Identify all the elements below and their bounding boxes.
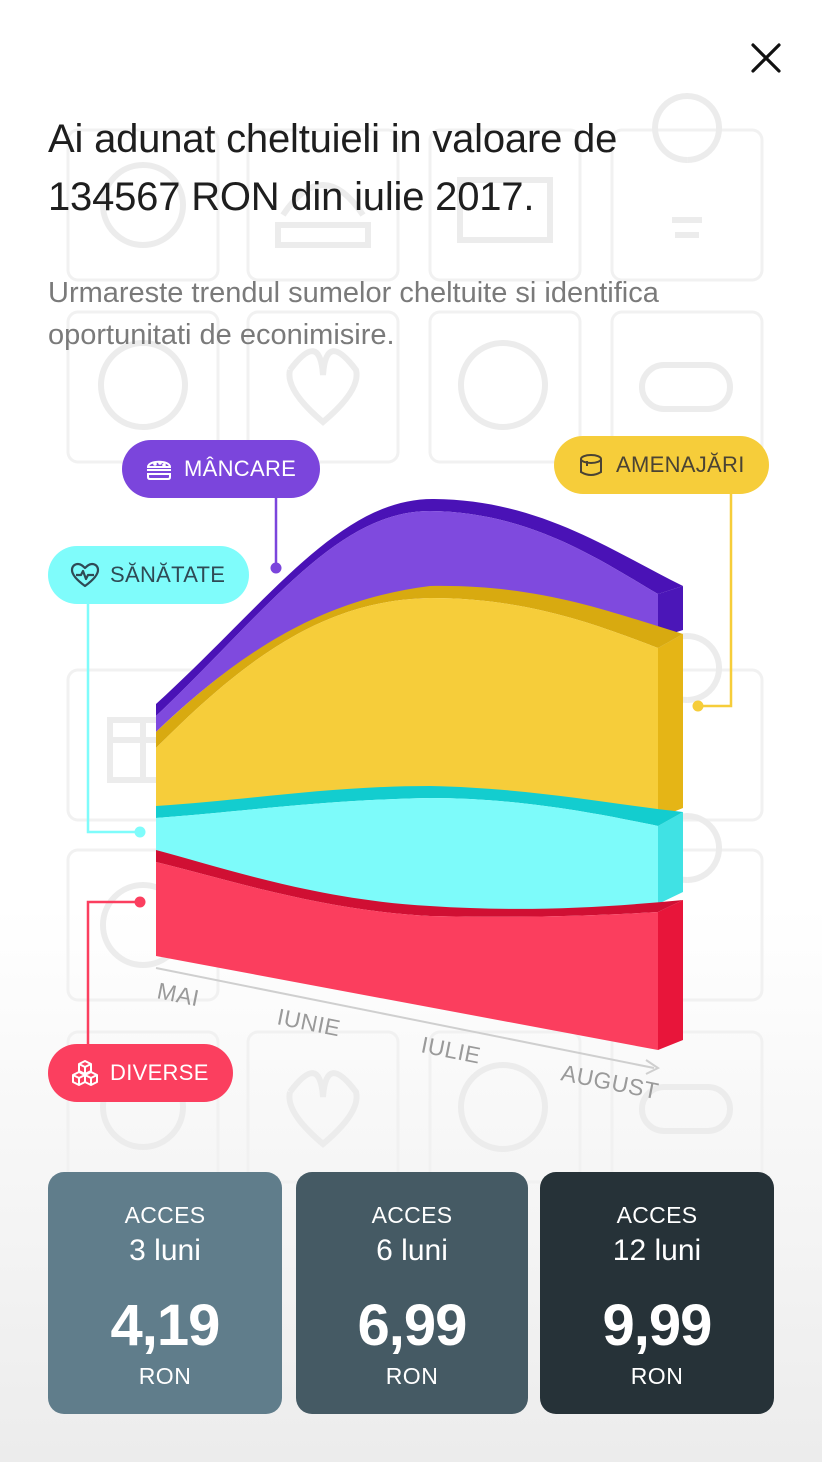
spending-trend-chart: MAI IUNIE IULIE AUGUST [86, 494, 733, 1104]
x-tick-iulie: IULIE [419, 1031, 483, 1068]
burger-icon [144, 454, 174, 484]
plan-period: 12 luni [612, 1234, 702, 1267]
plan-access-label: ACCES [371, 1202, 453, 1228]
area-diverse-side [658, 900, 683, 1050]
page-subtitle: Urmareste trendul sumelor cheltuite si i… [48, 272, 768, 356]
subtitle-line-2: oportunitati de econimisire. [48, 319, 395, 351]
connector-sanatate [86, 604, 140, 834]
plan-card-6-luni[interactable]: ACCES 6 luni 6,99 RON [296, 1172, 528, 1414]
plan-currency: RON [385, 1363, 439, 1389]
category-pill-sanatate[interactable]: SĂNĂTATE [48, 546, 250, 604]
connector-dot-sanatate [134, 826, 146, 838]
title-line-1: Ai adunat cheltuieli in valoare de [48, 117, 618, 161]
page-title: Ai adunat cheltuieli in valoare de 13456… [48, 110, 748, 226]
plan-access-label: ACCES [616, 1202, 698, 1228]
connector-dot-mancare [270, 562, 282, 574]
category-label-amenajari: AMENAJĂRI [616, 452, 745, 477]
plan-access-label: ACCES [124, 1202, 206, 1228]
plan-currency: RON [630, 1363, 684, 1389]
plan-card-12-luni[interactable]: ACCES 12 luni 9,99 RON [540, 1172, 774, 1414]
subtitle-line-1: Urmareste trendul sumelor cheltuite si i… [48, 277, 659, 309]
category-label-sanatate: SĂNĂTATE [110, 562, 226, 587]
area-amenajari-side [658, 634, 683, 818]
plan-period: 6 luni [376, 1234, 448, 1267]
category-pill-amenajari[interactable]: AMENAJĂRI [554, 436, 769, 494]
category-label-diverse: DIVERSE [110, 1060, 209, 1085]
plan-price: 9,99 [602, 1293, 713, 1358]
close-button[interactable] [742, 34, 790, 82]
plan-period: 3 luni [129, 1234, 201, 1267]
plan-price: 4,19 [110, 1293, 221, 1358]
cubes-icon [70, 1058, 100, 1088]
plan-currency: RON [138, 1363, 192, 1389]
title-line-2: 134567 RON din iulie 2017. [48, 175, 535, 219]
category-pill-diverse[interactable]: DIVERSE [48, 1044, 233, 1102]
connector-diverse [86, 900, 140, 1044]
paint-bucket-icon [576, 450, 606, 480]
category-pill-mancare[interactable]: MÂNCARE [122, 440, 321, 498]
plan-card-3-luni[interactable]: ACCES 3 luni 4,19 RON [48, 1172, 282, 1414]
x-tick-iunie: IUNIE [275, 1003, 343, 1041]
category-label-mancare: MÂNCARE [184, 456, 297, 481]
close-icon [751, 43, 781, 73]
connector-dot-diverse [134, 896, 146, 908]
plan-price: 6,99 [357, 1293, 468, 1358]
connector-dot-amenajari [692, 700, 704, 712]
x-tick-mai: MAI [155, 977, 202, 1011]
connector-amenajari [698, 494, 733, 708]
area-sanatate-side [658, 812, 683, 904]
heart-pulse-icon [70, 560, 100, 590]
plan-cards: ACCES 3 luni 4,19 RON ACCES 6 luni 6,99 … [48, 1172, 774, 1414]
